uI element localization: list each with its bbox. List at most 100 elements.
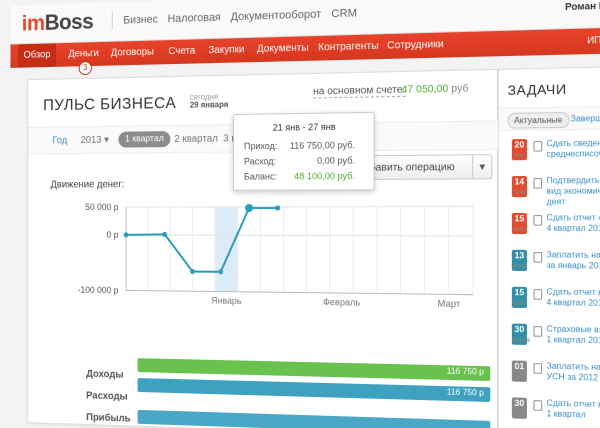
task-month: янв — [514, 226, 525, 234]
nav-employees[interactable]: Сотрудники — [387, 39, 444, 52]
tab-completed-tasks[interactable]: Завершенные — [571, 113, 600, 123]
task-item[interactable]: 30 марта Страховые взносы за 1 квартал 201… — [499, 321, 600, 356]
data-point — [123, 232, 129, 238]
tooltip-range: 21 янв - 27 янв — [272, 121, 336, 133]
account-selector[interactable]: на основном счете: — [313, 84, 406, 99]
expense-label: Расходы — [86, 390, 128, 403]
period-year-link[interactable]: Год — [52, 135, 67, 146]
top-link-crm[interactable]: CRM — [331, 7, 357, 20]
tasks-tabs: Актуальные Завершенные — [498, 105, 600, 131]
quarter-1-tab[interactable]: 1 квартал — [118, 131, 171, 148]
income-bar: 116 750 р — [137, 358, 491, 382]
account-balance: 47 050,00 руб — [402, 83, 469, 96]
task-item[interactable]: 20 янв Сдать сведения о среднесписочной — [499, 136, 600, 169]
task-date-badge: 13 фев — [511, 249, 527, 272]
task-month: фев — [513, 300, 526, 307]
y-tick-label: 50 000 р — [85, 202, 118, 212]
top-link-tax[interactable]: Налоговая — [168, 12, 221, 26]
screen: imBoss Бизнес Налоговая Документооборот … — [0, 0, 600, 428]
x-tick-label: Март — [438, 298, 461, 309]
nav-contracts[interactable]: Договоры — [111, 47, 154, 59]
task-text[interactable]: Подтвердить основной вид экономической д… — [547, 175, 600, 207]
totals-bars: Доходы 116 750 р Расходы 116 750 р Прибы… — [28, 70, 497, 428]
task-list: 20 янв Сдать сведения о среднесписочной 14 я… — [499, 67, 600, 420]
user-name[interactable]: Роман К — [565, 0, 600, 12]
task-item[interactable]: 01 апр Заплатить налог по УСН за 2012 год — [499, 358, 600, 393]
tab-active-tasks[interactable]: Актуальные — [507, 111, 569, 129]
task-date-badge: 30 апр — [511, 397, 527, 419]
expense-bar: 116 750 р — [137, 378, 491, 403]
data-point — [190, 269, 195, 275]
nav-invoices[interactable]: Счета — [168, 45, 195, 57]
task-text[interactable]: Заплатить налоги с з/п за январь 2013 го… — [547, 250, 600, 272]
top-link-business[interactable]: Бизнес — [123, 14, 158, 27]
task-item[interactable]: 30 апр Сдать отчет в ПФР за 1 квартал — [499, 395, 600, 428]
task-day: 15 — [514, 214, 525, 224]
income-bar-track: 116 750 р — [137, 358, 491, 382]
document-icon — [533, 363, 543, 374]
task-month: фев — [513, 263, 526, 270]
document-icon — [533, 326, 543, 337]
cash-flow-chart: 50 000 р 0 р -100 000 р Январь Февраль Март — [78, 202, 484, 309]
page-title: ПУЛЬС БИЗНЕСА — [43, 94, 177, 115]
task-text[interactable]: Сдать отчет 4-ФСС за 4 квартал 2012 года — [547, 213, 600, 234]
task-day: 13 — [514, 250, 525, 261]
document-icon — [533, 400, 543, 411]
task-date-badge: 14 янв — [511, 175, 527, 198]
task-text[interactable]: Сдать отчет в ПФР за 1 квартал — [547, 398, 600, 422]
document-icon — [533, 140, 543, 152]
task-month: янв — [514, 152, 525, 160]
tooltip-expense-label: Расход: — [243, 156, 277, 167]
task-text[interactable]: Сдать отчет в ПФР за 4 квартал 2012 года — [547, 287, 600, 310]
app-logo[interactable]: imBoss — [22, 9, 94, 37]
company-name[interactable]: ИП Ко — [587, 34, 600, 45]
tooltip-balance-value: 48 100,00 руб. — [294, 170, 356, 182]
tooltip-expense-value: 0,00 руб. — [317, 155, 356, 166]
x-axis — [126, 290, 473, 294]
task-day: 30 — [514, 324, 525, 335]
document-icon — [533, 252, 543, 263]
nav-overview[interactable]: Обзор — [18, 43, 57, 68]
data-point — [162, 231, 168, 237]
document-icon — [533, 178, 543, 189]
task-text[interactable]: Сдать сведения о среднесписочной — [547, 138, 600, 160]
profit-label: Прибыль — [86, 412, 131, 425]
task-item[interactable]: 15 фев Сдать отчет в ПФР за 4 квартал 2012… — [499, 284, 600, 318]
nav-counterparties[interactable]: Контрагенты — [318, 41, 378, 54]
nav-purchases[interactable]: Закупки — [208, 44, 244, 56]
x-tick-label: Январь — [211, 295, 242, 306]
task-date-badge: 20 янв — [511, 139, 527, 161]
logo-boss-text: Boss — [44, 8, 94, 35]
task-text[interactable]: Страховые взносы за 1 квартал 2013 — [547, 324, 600, 347]
data-point — [275, 205, 281, 211]
task-item[interactable]: 14 янв Подтвердить основной вид экономичес… — [499, 173, 600, 207]
task-month: янв — [514, 189, 525, 197]
top-link-documents[interactable]: Документооборот — [231, 8, 322, 23]
year-dropdown[interactable]: 2013 ▾ — [81, 135, 109, 146]
tooltip-income-value: 116 750,00 руб. — [289, 139, 356, 151]
account-currency: руб — [451, 83, 469, 95]
quarter-2-tab[interactable]: 2 квартал — [174, 133, 218, 145]
today-date: 29 января — [189, 100, 229, 110]
task-date-badge: 30 марта — [511, 323, 530, 345]
x-tick-label: Февраль — [323, 297, 361, 308]
document-icon — [533, 289, 543, 300]
data-point — [218, 269, 224, 275]
task-day: 01 — [514, 361, 525, 372]
task-day: 14 — [514, 177, 525, 187]
step-badge: 3 — [78, 61, 92, 76]
tasks-title: ЗАДАЧИ — [507, 81, 567, 99]
expense-value: 116 750 р — [446, 387, 484, 398]
logo-divider — [111, 12, 113, 30]
task-date-badge: 15 янв — [511, 212, 527, 235]
profit-bar-track — [137, 409, 491, 428]
business-pulse-panel: ПУЛЬС БИЗНЕСА сегодня 29 января на основ… — [27, 68, 499, 428]
task-text[interactable]: Заплатить налог по УСН за 2012 год — [547, 361, 600, 385]
nav-money[interactable]: Деньги — [68, 48, 98, 60]
nav-documents[interactable]: Документы — [257, 42, 309, 55]
chevron-down-icon: ▼ — [477, 161, 488, 173]
task-item[interactable]: 13 фев Заплатить налоги с з/п за январь 20… — [499, 248, 600, 281]
add-operation-dropdown[interactable]: ▼ — [473, 154, 493, 180]
document-icon — [533, 215, 543, 226]
task-item[interactable]: 15 янв Сдать отчет 4-ФСС за 4 квартал 2012… — [499, 211, 600, 243]
